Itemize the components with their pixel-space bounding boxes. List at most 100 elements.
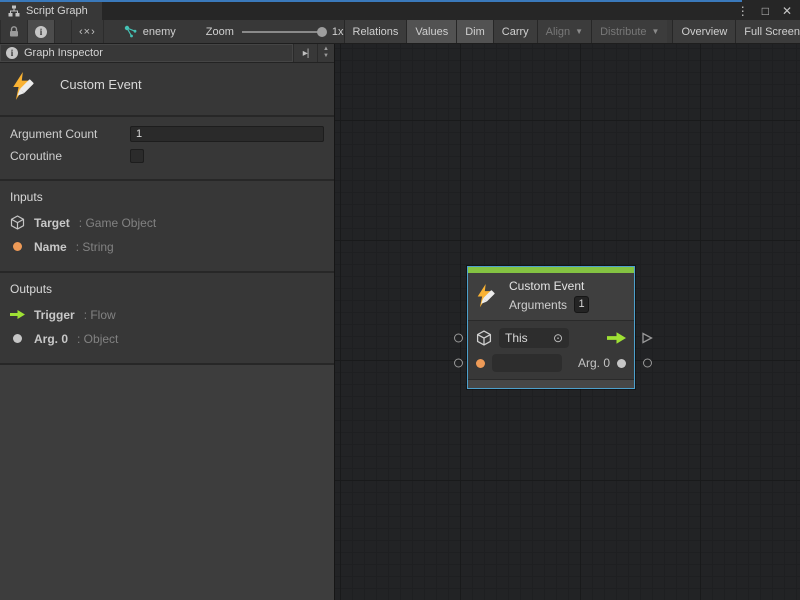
maximize-icon[interactable]: □ (762, 2, 769, 20)
zoom-value: 1x (332, 26, 344, 38)
lock-icon (8, 25, 20, 38)
orange-dot-icon (10, 242, 25, 251)
port-row-trigger: Trigger : Flow (10, 307, 324, 322)
grey-dot-icon (10, 334, 25, 343)
inspector-toggle-button[interactable]: i (28, 20, 55, 43)
info-icon: i (6, 47, 18, 59)
carry-label: Carry (502, 26, 529, 38)
dock-icon[interactable]: ▸| (294, 44, 318, 62)
toolbar-buttons: Relations Values Dim Carry Align ▼ Distr… (344, 20, 800, 43)
inspector-header-label: i Graph Inspector (0, 44, 294, 62)
arg0-label: Arg. 0 (578, 356, 610, 370)
relations-label: Relations (353, 26, 399, 38)
argument-count-row: Argument Count (10, 125, 324, 143)
distribute-button[interactable]: Distribute ▼ (591, 20, 667, 43)
coroutine-label: Coroutine (10, 149, 130, 163)
flow-arrow-icon (607, 332, 626, 344)
port-name: Arg. 0 (34, 332, 68, 346)
port-type: : Game Object (79, 216, 156, 230)
graph-inspector-panel: i Graph Inspector ▸| ▲ ▼ Cus (0, 44, 335, 600)
inputs-section: Inputs Target : Game Object Name : Strin… (0, 181, 334, 273)
tab-script-graph[interactable]: Script Graph (0, 2, 102, 20)
node-title: Custom Event (509, 279, 589, 293)
port-name: Trigger (34, 308, 75, 322)
target-value: This (505, 331, 528, 345)
name-input-port[interactable] (454, 359, 463, 368)
titlebar: Script Graph ⋮ □ ✕ (0, 0, 800, 20)
dim-button[interactable]: Dim (456, 20, 493, 43)
node-footer (468, 379, 634, 388)
port-type: : Object (77, 332, 118, 346)
argument-count-label: Argument Count (10, 127, 130, 141)
port-type: : Flow (84, 308, 116, 322)
port-row-arg0: Arg. 0 : Object (10, 331, 324, 346)
inspector-header: i Graph Inspector ▸| ▲ ▼ (0, 44, 334, 63)
node-header[interactable]: Custom Event Arguments 1 (468, 273, 634, 320)
inspector-title: Graph Inspector (24, 47, 103, 59)
custom-event-node[interactable]: Custom Event Arguments 1 This (467, 266, 635, 389)
trigger-flow-port[interactable] (641, 332, 653, 345)
align-button[interactable]: Align ▼ (537, 20, 591, 43)
name-input[interactable] (492, 354, 562, 372)
overview-button[interactable]: Overview (672, 20, 735, 43)
main-area: i Graph Inspector ▸| ▲ ▼ Cus (0, 44, 800, 600)
focus-accent-line (0, 0, 742, 2)
zoom-slider[interactable] (242, 31, 322, 33)
target-dropdown[interactable]: This ⊙ (499, 328, 569, 348)
flow-arrow-icon (10, 309, 25, 320)
script-graph-window: Script Graph ⋮ □ ✕ i ‹×› (0, 0, 800, 600)
port-row-target: Target : Game Object (10, 215, 324, 230)
arguments-input[interactable]: 1 (574, 296, 589, 313)
cube-icon (10, 215, 25, 230)
unit-title: Custom Event (60, 77, 142, 92)
values-label: Values (415, 26, 448, 38)
menu-icon[interactable]: ⋮ (737, 2, 749, 20)
inputs-header: Inputs (10, 190, 324, 204)
port-name: Target (34, 216, 70, 230)
cube-icon (476, 330, 492, 346)
argument-count-input[interactable] (130, 126, 324, 142)
target-input-port[interactable] (454, 334, 463, 343)
graph-canvas[interactable]: Custom Event Arguments 1 This (335, 44, 800, 600)
relations-button[interactable]: Relations (344, 20, 407, 43)
coroutine-checkbox[interactable] (130, 149, 144, 163)
outputs-section: Outputs Trigger : Flow Arg. 0 : Object (0, 273, 334, 365)
close-icon[interactable]: ✕ (782, 2, 792, 20)
outputs-header: Outputs (10, 282, 324, 296)
trigger-output[interactable] (607, 332, 626, 344)
distribute-label: Distribute (600, 26, 646, 38)
spinner-up-icon[interactable]: ▲ (323, 46, 329, 53)
graph-tab-icon (8, 5, 20, 17)
inspector-empty-area (0, 365, 334, 600)
custom-event-icon (10, 72, 40, 102)
panel-spinner[interactable]: ▲ ▼ (318, 44, 334, 62)
zoom-label: Zoom (206, 26, 234, 38)
graph-name: enemy (143, 26, 176, 38)
coroutine-row: Coroutine (10, 147, 324, 165)
chevron-down-icon: ▼ (652, 27, 660, 36)
connection-values-button[interactable]: ‹×› (71, 20, 104, 43)
graph-icon (124, 25, 137, 38)
align-label: Align (546, 26, 570, 38)
node-arguments-row: Arguments 1 (509, 296, 589, 313)
code-icon: ‹×› (79, 26, 96, 38)
arguments-label: Arguments (509, 298, 567, 312)
carry-button[interactable]: Carry (493, 20, 537, 43)
arg0-output-port[interactable] (643, 359, 652, 368)
port-row-name: Name : String (10, 239, 324, 254)
zoom-slider-handle[interactable] (317, 27, 327, 37)
values-button[interactable]: Values (406, 20, 456, 43)
graph-breadcrumb[interactable]: enemy (124, 20, 176, 43)
tab-title: Script Graph (26, 5, 88, 17)
full-screen-label: Full Screen (744, 26, 800, 38)
object-picker-icon[interactable]: ⊙ (553, 331, 563, 345)
full-screen-button[interactable]: Full Screen (735, 20, 800, 43)
custom-event-icon (475, 284, 500, 309)
chevron-down-icon: ▼ (575, 27, 583, 36)
node-header-text: Custom Event Arguments 1 (509, 279, 589, 313)
port-type: : String (76, 240, 114, 254)
dim-label: Dim (465, 26, 485, 38)
spinner-down-icon[interactable]: ▼ (323, 53, 329, 60)
node-body: This ⊙ (468, 320, 634, 379)
lock-button[interactable] (0, 20, 28, 43)
